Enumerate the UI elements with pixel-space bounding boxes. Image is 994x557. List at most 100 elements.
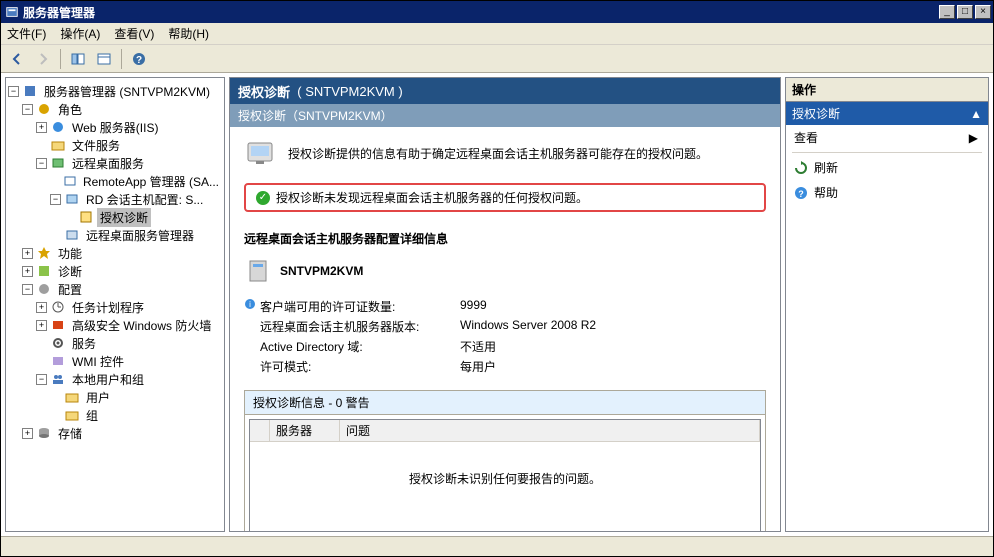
detail-label: 许可模式: — [260, 358, 460, 375]
menu-file[interactable]: 文件(F) — [7, 25, 46, 42]
menu-help[interactable]: 帮助(H) — [168, 25, 209, 42]
show-hide-tree-button[interactable] — [66, 48, 90, 70]
tree-diag[interactable]: +诊断 — [22, 262, 222, 280]
actions-section-header[interactable]: 授权诊断 ▲ — [786, 102, 988, 125]
tree-rdsm[interactable]: 远程桌面服务管理器 — [50, 226, 222, 244]
tree-remoteapp[interactable]: RemoteApp 管理器 (SA... — [50, 172, 222, 190]
col-issue[interactable]: 问题 — [340, 420, 760, 441]
diag-list[interactable]: 服务器 问题 授权诊断未识别任何要报告的问题。 — [249, 419, 761, 532]
content-area: −服务器管理器 (SNTVPM2KVM) −角色 +Web 服务器(IIS) 文… — [1, 73, 993, 536]
server-row: SNTVPM2KVM — [244, 257, 766, 285]
col-icon[interactable] — [250, 420, 270, 441]
tree-fileservice[interactable]: 文件服务 — [36, 136, 222, 154]
detail-value: Windows Server 2008 R2 — [460, 318, 596, 335]
divider — [792, 152, 982, 153]
tree-firewall[interactable]: +高级安全 Windows 防火墙 — [36, 316, 222, 334]
config-section-title: 远程桌面会话主机服务器配置详细信息 — [244, 230, 766, 247]
action-refresh[interactable]: 刷新 — [786, 155, 988, 180]
tree-storage[interactable]: +存储 — [22, 424, 222, 442]
tree-users[interactable]: 用户 — [50, 388, 222, 406]
expand-icon[interactable]: − — [36, 374, 47, 385]
detail-label: Active Directory 域: — [260, 338, 460, 355]
expand-icon[interactable]: + — [36, 122, 47, 133]
rdsm-icon — [64, 227, 80, 243]
menubar: 文件(F) 操作(A) 查看(V) 帮助(H) — [1, 23, 993, 45]
svg-text:?: ? — [136, 55, 142, 66]
tree-features[interactable]: +功能 — [22, 244, 222, 262]
detail-label: 远程桌面会话主机服务器版本: — [260, 318, 460, 335]
back-button[interactable] — [5, 48, 29, 70]
rdcfg-icon — [64, 191, 80, 207]
tree-localusers[interactable]: −本地用户和组 — [36, 370, 222, 388]
check-icon: ✓ — [256, 191, 270, 205]
help-button[interactable]: ? — [127, 48, 151, 70]
detail-value: 9999 — [460, 298, 487, 315]
tree-roles[interactable]: −角色 — [22, 100, 222, 118]
expand-icon[interactable]: − — [50, 194, 61, 205]
menu-view[interactable]: 查看(V) — [114, 25, 154, 42]
tree-services[interactable]: 服务 — [36, 334, 222, 352]
rds-icon — [50, 155, 66, 171]
actions-body: 授权诊断 ▲ 查看 ▶ 刷新 ? 帮助 — [785, 101, 989, 532]
tree-tasksched[interactable]: +任务计划程序 — [36, 298, 222, 316]
tree-config[interactable]: −配置 — [22, 280, 222, 298]
storage-icon — [36, 425, 52, 441]
collapse-icon: ▲ — [970, 107, 982, 121]
expand-icon[interactable]: − — [22, 104, 33, 115]
tree-groups[interactable]: 组 — [50, 406, 222, 424]
diag-empty-text: 授权诊断未识别任何要报告的问题。 — [250, 442, 760, 532]
tasksched-icon — [50, 299, 66, 315]
toolbar-separator-2 — [121, 49, 122, 69]
folder-icon — [50, 137, 66, 153]
tree-rds[interactable]: −远程桌面服务 — [36, 154, 222, 172]
tree-root[interactable]: −服务器管理器 (SNTVPM2KVM) — [8, 82, 222, 100]
licdiag-icon — [78, 209, 94, 225]
iis-icon — [50, 119, 66, 135]
titlebar: 服务器管理器 _ □ × — [1, 1, 993, 23]
expand-icon[interactable]: + — [22, 428, 33, 439]
actions-title: 操作 — [785, 77, 989, 101]
status-callout: ✓ 授权诊断未发现远程桌面会话主机服务器的任何授权问题。 — [244, 183, 766, 212]
features-icon — [36, 245, 52, 261]
detail-label: 客户端可用的许可证数量: — [260, 298, 460, 315]
statusbar — [1, 536, 993, 556]
tree-rdcfg[interactable]: −RD 会话主机配置: S... — [50, 190, 222, 208]
server-manager-window: 服务器管理器 _ □ × 文件(F) 操作(A) 查看(V) 帮助(H) ? −… — [0, 0, 994, 557]
tree-web[interactable]: +Web 服务器(IIS) — [36, 118, 222, 136]
action-view[interactable]: 查看 ▶ — [786, 125, 988, 150]
roles-icon — [36, 101, 52, 117]
help-icon: ? — [794, 186, 808, 200]
window-title: 服务器管理器 — [23, 4, 939, 21]
detail-value: 每用户 — [460, 358, 496, 375]
firewall-icon — [50, 317, 66, 333]
app-icon — [3, 5, 23, 19]
folder-icon — [64, 389, 80, 405]
details-list: i客户端可用的许可证数量:9999 远程桌面会话主机服务器版本:Windows … — [260, 295, 766, 378]
details-body: 授权诊断提供的信息有助于确定远程桌面会话主机服务器可能存在的授权问题。 ✓ 授权… — [230, 127, 780, 532]
diag-icon — [36, 263, 52, 279]
refresh-icon — [794, 161, 808, 175]
tree-wmi[interactable]: WMI 控件 — [36, 352, 222, 370]
tree-licensing-diag[interactable]: 授权诊断 — [64, 208, 222, 226]
expand-icon[interactable]: − — [8, 86, 19, 97]
minimize-button[interactable]: _ — [939, 5, 955, 19]
expand-icon[interactable]: + — [36, 320, 47, 331]
diag-title: 授权诊断信息 - 0 警告 — [245, 391, 765, 415]
close-button[interactable]: × — [975, 5, 991, 19]
expand-icon[interactable]: − — [36, 158, 47, 169]
forward-button[interactable] — [31, 48, 55, 70]
diagnostic-info-box: 授权诊断信息 - 0 警告 服务器 问题 授权诊断未识别任何要报告的问题。 — [244, 390, 766, 532]
menu-action[interactable]: 操作(A) — [60, 25, 100, 42]
tree-pane[interactable]: −服务器管理器 (SNTVPM2KVM) −角色 +Web 服务器(IIS) 文… — [5, 77, 225, 532]
expand-icon[interactable]: + — [36, 302, 47, 313]
col-server[interactable]: 服务器 — [270, 420, 340, 441]
maximize-button[interactable]: □ — [957, 5, 973, 19]
expand-icon[interactable]: − — [22, 284, 33, 295]
expand-icon[interactable]: + — [22, 248, 33, 259]
window-buttons: _ □ × — [939, 5, 991, 19]
properties-button[interactable] — [92, 48, 116, 70]
diagnosis-icon — [244, 137, 276, 169]
expand-icon[interactable]: + — [22, 266, 33, 277]
remoteapp-icon — [63, 173, 77, 189]
action-help[interactable]: ? 帮助 — [786, 180, 988, 205]
